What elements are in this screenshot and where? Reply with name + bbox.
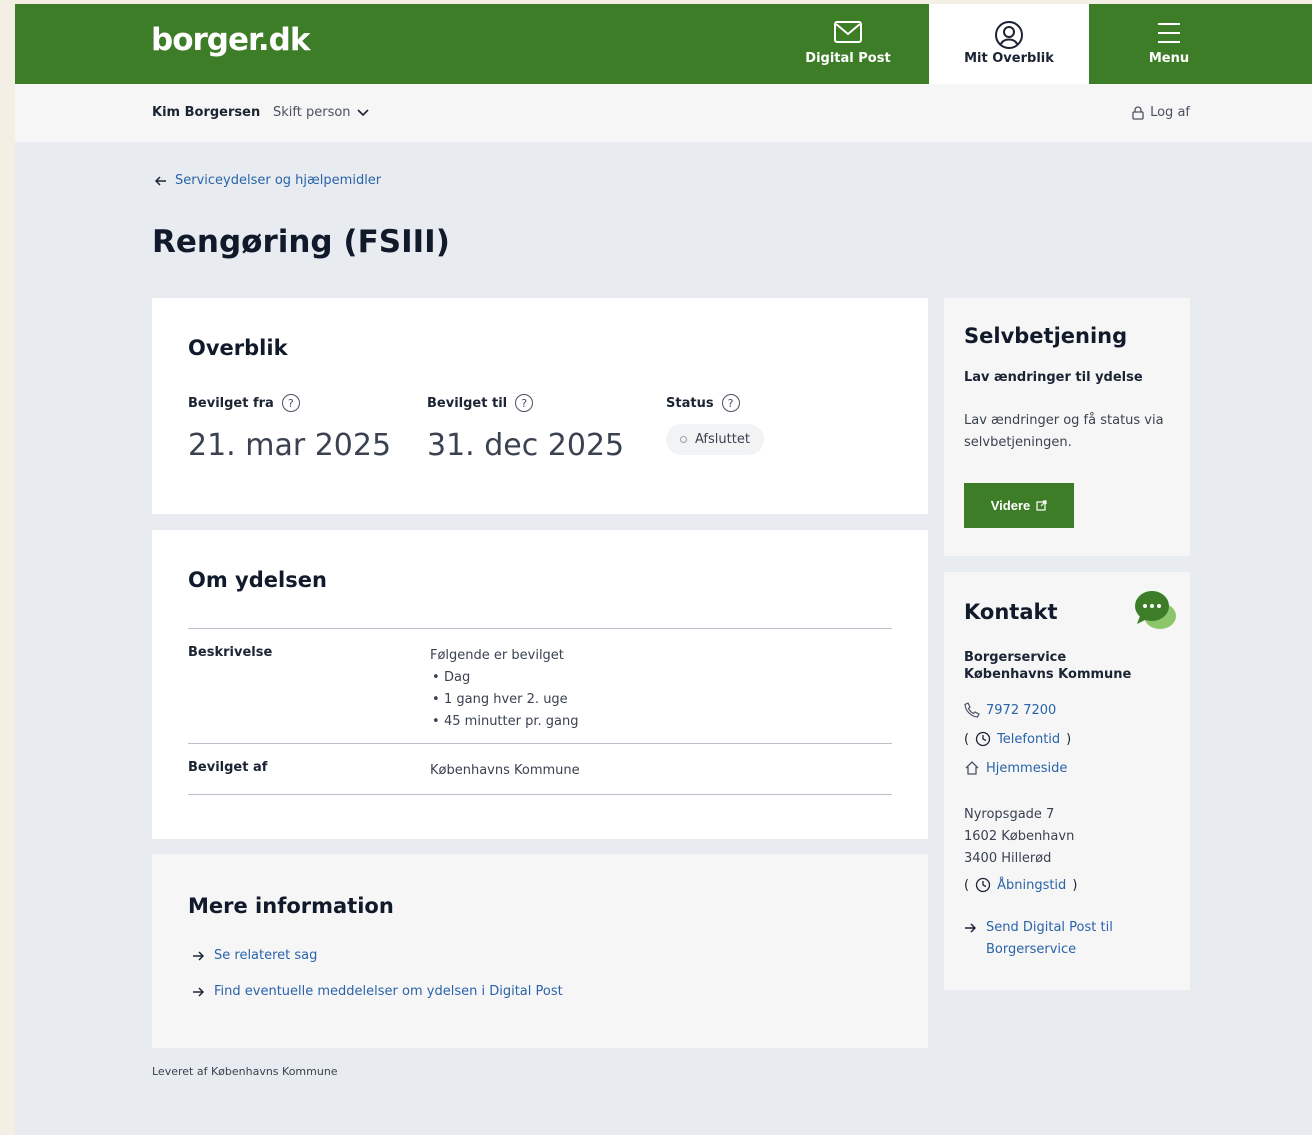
- back-link[interactable]: Serviceydelser og hjælpemidler: [155, 173, 381, 188]
- page-title: Rengøring (FSIII): [152, 224, 450, 260]
- opening-hours-link[interactable]: ( Åbningstid ): [964, 877, 1077, 893]
- arrow-left-icon: [155, 175, 166, 186]
- help-icon[interactable]: ?: [515, 394, 534, 412]
- more-information-card: Mere information Se relateret sag Find e…: [152, 854, 928, 1048]
- address-line: 3400 Hillerød: [964, 851, 1052, 866]
- granted-to: Bevilget til ? 31. dec 2025: [427, 394, 624, 463]
- list-item: Dag: [430, 667, 578, 689]
- chevron-down-icon: [356, 108, 369, 116]
- status-label: Status: [666, 395, 714, 411]
- contact-org-line: Borgerservice: [964, 650, 1067, 665]
- overview-title: Overblik: [188, 336, 288, 360]
- nav-digital-post-label: Digital Post: [805, 51, 891, 66]
- provided-by-note: Leveret af Københavns Kommune: [152, 1065, 338, 1078]
- envelope-icon: [834, 21, 862, 43]
- granted-by-value: Københavns Kommune: [430, 763, 580, 778]
- top-header: borger.dk Digital Post Mit Overblik Menu: [15, 4, 1312, 92]
- granted-to-label: Bevilget til: [427, 395, 508, 411]
- opening-hours-label: Åbningstid: [997, 877, 1067, 893]
- help-icon[interactable]: ?: [721, 394, 740, 412]
- phone-hours-label: Telefontid: [997, 731, 1061, 747]
- nav-menu[interactable]: Menu: [1089, 4, 1249, 84]
- contact-title: Kontakt: [964, 600, 1058, 624]
- external-link-icon: [1036, 500, 1047, 511]
- about-service-card: Om ydelsen Beskrivelse Følgende er bevil…: [152, 530, 928, 839]
- granted-to-value: 31. dec 2025: [427, 428, 625, 463]
- digital-post-messages-label: Find eventuelle meddelelser om ydelsen i…: [214, 984, 563, 999]
- home-icon: [965, 761, 979, 775]
- address: Nyropsgade 7 1602 København 3400 Hillerø…: [964, 804, 1074, 870]
- granted-from-value: 21. mar 2025: [188, 428, 392, 463]
- user-circle-icon: [995, 21, 1023, 49]
- website-label: Hjemmeside: [986, 760, 1068, 776]
- list-item: 45 minutter pr. gang: [430, 711, 578, 733]
- status: Status ? Afsluttet: [666, 394, 764, 455]
- self-service-subtitle: Lav ændringer til ydelse: [964, 370, 1143, 385]
- hamburger-icon: [1158, 23, 1180, 43]
- status-value: Afsluttet: [695, 432, 750, 447]
- contact-card: Kontakt Borgerservice Københavns Kommune…: [944, 572, 1190, 990]
- description-label: Beskrivelse: [188, 645, 273, 660]
- description-intro: Følgende er bevilget: [430, 648, 564, 663]
- about-service-title: Om ydelsen: [188, 568, 327, 592]
- switch-person-label: Skift person: [273, 105, 351, 120]
- continue-button-label: Videre: [990, 498, 1031, 513]
- related-case-label: Se relateret sag: [214, 948, 318, 963]
- nav-digital-post[interactable]: Digital Post: [768, 4, 928, 84]
- description-list: Dag 1 gang hver 2. uge 45 minutter pr. g…: [430, 667, 578, 733]
- send-digital-post-link[interactable]: Send Digital Post til Borgerservice: [964, 917, 1146, 961]
- phone-number: 7972 7200: [986, 702, 1057, 718]
- send-digital-post-label: Send Digital Post til Borgerservice: [986, 920, 1113, 957]
- arrow-right-icon: [965, 923, 976, 933]
- description-row: Beskrivelse Følgende er bevilget Dag 1 g…: [188, 628, 892, 743]
- nav-mit-overblik[interactable]: Mit Overblik: [929, 4, 1089, 92]
- granted-by-row: Bevilget af Københavns Kommune: [188, 743, 892, 795]
- self-service-title: Selvbetjening: [964, 324, 1128, 348]
- logout-label: Log af: [1150, 105, 1190, 120]
- page-frame: borger.dk Digital Post Mit Overblik Menu…: [15, 4, 1312, 1135]
- granted-from-label: Bevilget fra: [188, 395, 274, 411]
- status-badge: Afsluttet: [666, 424, 764, 455]
- related-case-link[interactable]: Se relateret sag: [192, 948, 317, 963]
- clock-icon: [975, 877, 991, 893]
- chat-icon[interactable]: [1132, 588, 1178, 632]
- user-name: Kim Borgersen: [152, 105, 261, 120]
- granted-from: Bevilget fra ? 21. mar 2025: [188, 394, 391, 463]
- contact-organization: Borgerservice Københavns Kommune: [964, 649, 1131, 683]
- phone-icon: [964, 702, 980, 718]
- status-dot-icon: [680, 436, 687, 443]
- list-item: 1 gang hver 2. uge: [430, 689, 578, 711]
- user-bar: Kim Borgersen Skift person Log af: [15, 84, 1312, 142]
- arrow-right-icon: [193, 950, 204, 961]
- nav-menu-label: Menu: [1148, 51, 1190, 66]
- logout-button[interactable]: Log af: [1132, 105, 1190, 120]
- address-line: 1602 København: [964, 829, 1075, 844]
- contact-org-line: Københavns Kommune: [964, 667, 1132, 682]
- help-icon[interactable]: ?: [281, 394, 300, 412]
- phone-link[interactable]: 7972 7200: [964, 702, 1056, 718]
- address-line: Nyropsgade 7: [964, 807, 1055, 822]
- nav-mit-overblik-label: Mit Overblik: [964, 51, 1054, 66]
- lock-icon: [1132, 105, 1144, 120]
- clock-icon: [975, 731, 991, 747]
- digital-post-messages-link[interactable]: Find eventuelle meddelelser om ydelsen i…: [192, 984, 563, 999]
- website-link[interactable]: Hjemmeside: [964, 760, 1067, 776]
- self-service-description: Lav ændringer og få status via selvbetje…: [964, 413, 1164, 450]
- arrow-right-icon: [193, 986, 204, 997]
- overview-card: Overblik Bevilget fra ? 21. mar 2025 Bev…: [152, 298, 928, 514]
- borger-dk-logo[interactable]: borger.dk: [151, 22, 310, 58]
- self-service-card: Selvbetjening Lav ændringer til ydelse L…: [944, 298, 1190, 556]
- more-information-title: Mere information: [188, 894, 394, 918]
- granted-by-label: Bevilget af: [188, 760, 268, 775]
- phone-hours-link[interactable]: ( Telefontid ): [964, 731, 1071, 747]
- description-value: Følgende er bevilget Dag 1 gang hver 2. …: [430, 645, 578, 733]
- back-link-label: Serviceydelser og hjælpemidler: [175, 173, 382, 188]
- continue-button[interactable]: Videre: [964, 483, 1074, 528]
- switch-person-button[interactable]: Skift person: [273, 105, 369, 120]
